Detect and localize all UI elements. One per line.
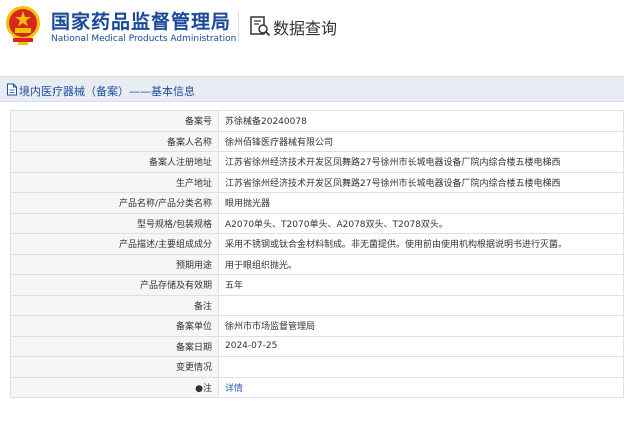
field-label: 注: [202, 383, 212, 394]
table-row: 备案人注册地址 江苏省徐州经济技术开发区凤舞路27号徐州市长城电器设备厂院内综合…: [10, 151, 624, 173]
field-label: 产品存储及有效期: [10, 274, 219, 296]
table-row: 产品描述/主要组成成分 采用不锈钢或钛合金材料制成。非无菌提供。使用前由使用机构…: [10, 233, 624, 255]
basic-info-table: 备案号 苏徐械备20240078 备案人名称 徐州佰锋医疗器械有限公司 备案人注…: [10, 110, 624, 398]
note-label-cell: ●注: [10, 376, 219, 398]
field-value: 2024-07-25: [218, 335, 624, 357]
bullet-icon: ●: [195, 383, 203, 394]
table-row: 备案号 苏徐械备20240078: [10, 110, 624, 132]
field-value: A2070单头、T2070单头、A2078双头、T2078双头。: [218, 212, 624, 234]
field-value: 五年: [218, 274, 624, 296]
field-value: 徐州佰锋医疗器械有限公司: [218, 130, 624, 152]
field-value: [218, 356, 624, 378]
field-label: 备案单位: [10, 315, 219, 337]
field-value: 徐州市市场监督管理局: [218, 315, 624, 337]
table-row: ●注 详情: [10, 376, 624, 398]
field-label: 备案号: [10, 110, 219, 132]
table-row: 产品存储及有效期 五年: [10, 274, 624, 296]
field-label: 产品名称/产品分类名称: [10, 192, 219, 214]
field-value: 采用不锈钢或钛合金材料制成。非无菌提供。使用前由使用机构根据说明书进行灭菌。: [218, 233, 624, 255]
field-value: 用于眼组织抛光。: [218, 253, 624, 275]
field-label: 备注: [10, 294, 219, 316]
field-label: 型号规格/包装规格: [10, 212, 219, 234]
details-link[interactable]: 详情: [225, 384, 243, 394]
section-title-bar: 境内医疗器械（备案）——基本信息: [0, 76, 624, 102]
field-label: 生产地址: [10, 171, 219, 193]
field-value: 眼用抛光器: [218, 192, 624, 214]
page-title: 数据查询: [273, 19, 338, 38]
note-value-cell: 详情: [218, 376, 624, 398]
field-label: 产品描述/主要组成成分: [10, 233, 219, 255]
org-name-en: National Medical Products Administration: [51, 34, 237, 44]
table-row: 备案人名称 徐州佰锋医疗器械有限公司: [10, 130, 624, 152]
table-row: 备注: [10, 294, 624, 316]
table-row: 备案日期 2024-07-25: [10, 335, 624, 357]
field-label: 备案人名称: [10, 130, 219, 152]
national-emblem-icon: [6, 6, 40, 45]
field-label: 备案人注册地址: [10, 151, 219, 173]
field-value: 江苏省徐州经济技术开发区凤舞路27号徐州市长城电器设备厂院内综合楼五楼电梯西: [218, 151, 624, 173]
document-icon: [7, 83, 17, 96]
field-label: 预期用途: [10, 253, 219, 275]
data-query-icon: [250, 16, 271, 37]
org-name-cn: 国家药品监督管理局: [51, 11, 232, 33]
field-value: 苏徐械备20240078: [218, 110, 624, 132]
field-label: 变更情况: [10, 356, 219, 378]
table-row: 型号规格/包装规格 A2070单头、T2070单头、A2078双头、T2078双…: [10, 212, 624, 234]
field-label: 备案日期: [10, 335, 219, 357]
site-header: 国家药品监督管理局 National Medical Products Admi…: [0, 0, 624, 58]
table-row: 变更情况: [10, 356, 624, 378]
table-row: 生产地址 江苏省徐州经济技术开发区凤舞路27号徐州市长城电器设备厂院内综合楼五楼…: [10, 171, 624, 193]
field-value: 江苏省徐州经济技术开发区凤舞路27号徐州市长城电器设备厂院内综合楼五楼电梯西: [218, 171, 624, 193]
section-title: 境内医疗器械（备案）——基本信息: [19, 85, 195, 98]
table-row: 预期用途 用于眼组织抛光。: [10, 253, 624, 275]
header-divider: [238, 12, 239, 42]
table-row: 备案单位 徐州市市场监督管理局: [10, 315, 624, 337]
table-row: 产品名称/产品分类名称 眼用抛光器: [10, 192, 624, 214]
field-value: [218, 294, 624, 316]
